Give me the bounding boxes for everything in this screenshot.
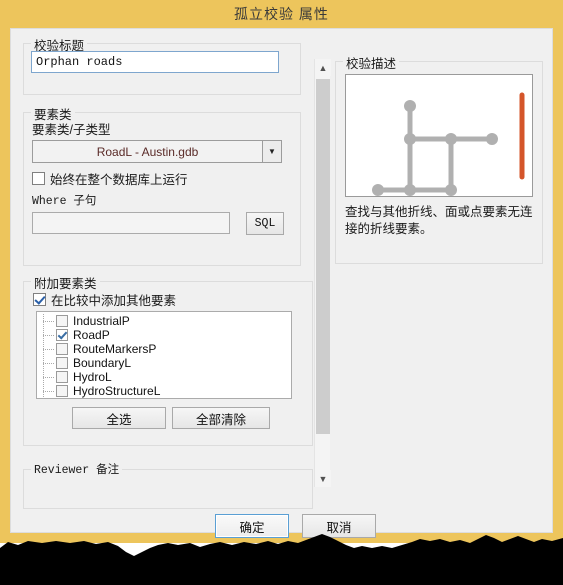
reviewer-notes-legend: Reviewer 备注 bbox=[31, 461, 123, 477]
list-item-label: BoundaryL bbox=[73, 356, 132, 370]
illustration-svg bbox=[372, 92, 525, 196]
network-node bbox=[486, 133, 498, 145]
orphan-check-illustration bbox=[345, 74, 533, 197]
list-item[interactable]: RouteMarkersP bbox=[37, 342, 291, 356]
tree-connector-icon bbox=[40, 384, 56, 398]
list-item-label: IndustrialP bbox=[73, 314, 130, 328]
additional-feature-classes-group: 附加要素类 在比较中添加其他要素 IndustrialP RoadP RouteMa… bbox=[23, 273, 313, 446]
dialog-body: 校验标题 要素类 要素类/子类型 RoadL - Austin.gdb ▼ 始终… bbox=[10, 28, 553, 538]
tree-connector-icon bbox=[40, 328, 56, 342]
scrollbar-thumb[interactable] bbox=[316, 79, 330, 434]
network-node bbox=[445, 184, 457, 196]
list-item-checkbox[interactable] bbox=[56, 315, 68, 327]
run-everywhere-checkbox[interactable] bbox=[32, 172, 45, 185]
run-everywhere-label: 始终在整个数据库上运行 bbox=[50, 173, 188, 187]
feature-class-subtype-label: 要素类/子类型 bbox=[32, 123, 111, 137]
run-everywhere-checkbox-row[interactable]: 始终在整个数据库上运行 bbox=[32, 169, 188, 188]
feature-class-combo[interactable]: RoadL - Austin.gdb ▼ bbox=[32, 140, 282, 163]
title-bar: 孤立校验 属性 bbox=[0, 0, 563, 28]
tree-connector-icon bbox=[40, 370, 56, 384]
list-item[interactable]: HydroL bbox=[37, 370, 291, 384]
list-item[interactable]: RoadP bbox=[37, 328, 291, 342]
chevron-down-icon[interactable]: ▼ bbox=[315, 470, 331, 487]
list-item-checkbox[interactable] bbox=[56, 371, 68, 383]
sql-button[interactable]: SQL bbox=[246, 212, 284, 235]
tree-connector-icon bbox=[40, 356, 56, 370]
where-clause-input[interactable] bbox=[32, 212, 230, 234]
tree-connector-icon bbox=[40, 314, 56, 328]
left-scroll-pane: 校验标题 要素类 要素类/子类型 RoadL - Austin.gdb ▼ 始终… bbox=[17, 33, 313, 509]
list-item-checkbox[interactable] bbox=[56, 343, 68, 355]
list-item[interactable]: BoundaryL bbox=[37, 356, 291, 370]
check-description-text: 查找与其他折线、面或点要素无连接的折线要素。 bbox=[345, 205, 533, 236]
list-item[interactable]: HydroStructureL bbox=[37, 384, 291, 398]
feature-class-combo-value: RoadL - Austin.gdb bbox=[96, 144, 199, 159]
torn-paper-edge bbox=[0, 534, 563, 585]
network-node bbox=[404, 184, 416, 196]
window-title: 孤立校验 属性 bbox=[234, 6, 329, 22]
dialog-window: 孤立校验 属性 校验标题 要素类 要素类/子类型 RoadL - Austin.… bbox=[0, 0, 563, 543]
feature-class-group: 要素类 要素类/子类型 RoadL - Austin.gdb ▼ 始终在整个数据… bbox=[23, 104, 301, 266]
list-item-label: RouteMarkersP bbox=[73, 342, 157, 356]
list-item-label: HydroStructureL bbox=[73, 384, 161, 398]
check-description-group: 校验描述 查找与其他折线、面或点要素无连接的折线要素。 bbox=[335, 53, 543, 264]
chevron-up-icon[interactable]: ▲ bbox=[315, 59, 331, 76]
select-all-button[interactable]: 全选 bbox=[72, 407, 166, 429]
left-pane-scrollbar[interactable]: ▲ ▼ bbox=[314, 59, 331, 487]
network-node bbox=[445, 133, 457, 145]
add-others-checkbox[interactable] bbox=[33, 293, 46, 306]
tree-connector-icon bbox=[40, 342, 56, 356]
reviewer-notes-group: Reviewer 备注 bbox=[23, 461, 313, 509]
where-clause-label: Where 子句 bbox=[32, 195, 97, 208]
list-item-checkbox[interactable] bbox=[56, 329, 68, 341]
list-item-label: HydroL bbox=[73, 370, 112, 384]
list-item[interactable]: IndustrialP bbox=[37, 314, 291, 328]
add-others-label: 在比较中添加其他要素 bbox=[51, 294, 177, 308]
list-item-label: RoadP bbox=[73, 328, 110, 342]
network-node bbox=[404, 133, 416, 145]
check-title-input[interactable] bbox=[31, 51, 279, 73]
check-description-legend: 校验描述 bbox=[343, 53, 400, 72]
chevron-down-icon[interactable]: ▼ bbox=[262, 141, 281, 162]
clear-all-button[interactable]: 全部清除 bbox=[172, 407, 270, 429]
list-item-checkbox[interactable] bbox=[56, 385, 68, 397]
list-item-checkbox[interactable] bbox=[56, 357, 68, 369]
add-others-checkbox-row[interactable]: 在比较中添加其他要素 bbox=[33, 290, 176, 309]
network-node bbox=[372, 184, 384, 196]
network-node bbox=[404, 100, 416, 112]
feature-class-list[interactable]: IndustrialP RoadP RouteMarkersP BoundaryL Hy… bbox=[36, 311, 292, 399]
